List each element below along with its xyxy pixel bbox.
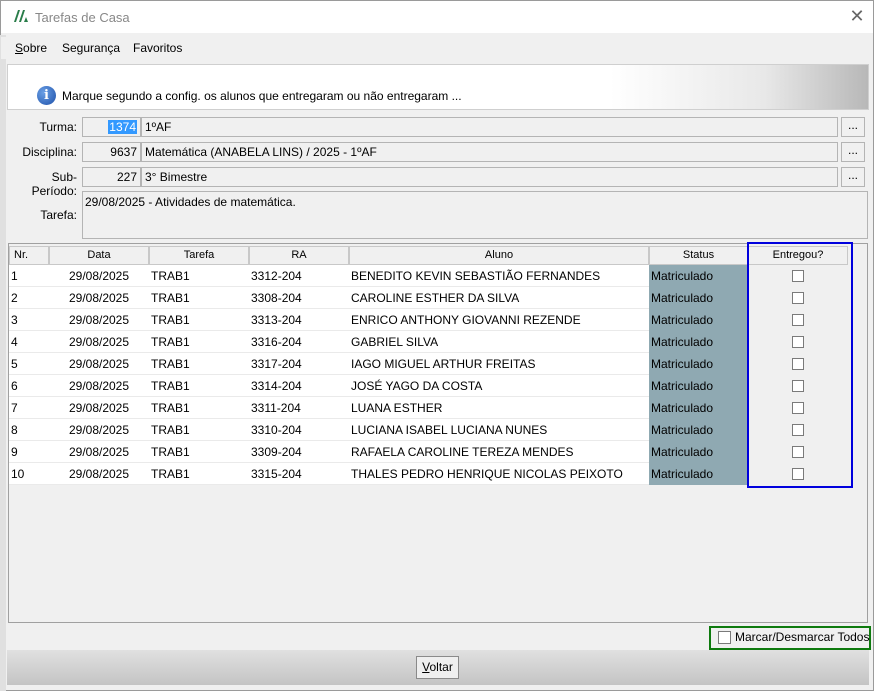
app-logo-icon <box>14 10 28 22</box>
cell-data: 29/08/2025 <box>68 269 130 283</box>
subperiodo-value-field[interactable]: 3° Bimestre <box>141 167 838 187</box>
entregou-highlight-box <box>747 242 853 488</box>
cell-tarefa: TRAB1 <box>151 467 190 481</box>
cell-data: 29/08/2025 <box>68 313 130 327</box>
info-icon: i <box>37 86 56 105</box>
menu-sobre[interactable]: Sobre <box>15 41 47 55</box>
cell-nr: 8 <box>11 423 18 437</box>
cell-ra: 3317-204 <box>251 357 302 371</box>
col-header-ra[interactable]: RA <box>249 246 349 265</box>
tarefa-description-field[interactable]: 29/08/2025 - Atividades de matemática. <box>82 191 868 239</box>
cell-status: Matriculado <box>649 331 748 353</box>
disciplina-code-field[interactable]: 9637 <box>82 142 141 162</box>
menu-bar <box>1 37 873 59</box>
cell-aluno: IAGO MIGUEL ARTHUR FREITAS <box>351 357 536 371</box>
cell-aluno: RAFAELA CAROLINE TEREZA MENDES <box>351 445 574 459</box>
close-icon[interactable]: ✕ <box>846 5 868 27</box>
cell-tarefa: TRAB1 <box>151 291 190 305</box>
cell-ra: 3316-204 <box>251 335 302 349</box>
cell-nr: 2 <box>11 291 18 305</box>
cell-data: 29/08/2025 <box>68 357 130 371</box>
cell-data: 29/08/2025 <box>68 291 130 305</box>
toggle-all-checkbox[interactable] <box>718 631 731 644</box>
cell-ra: 3309-204 <box>251 445 302 459</box>
cell-aluno: GABRIEL SILVA <box>351 335 439 349</box>
cell-nr: 10 <box>11 467 25 481</box>
disciplina-lookup-button[interactable]: ... <box>841 142 865 162</box>
cell-data: 29/08/2025 <box>68 423 130 437</box>
cell-aluno: JOSÉ YAGO DA COSTA <box>351 379 483 393</box>
window-edge <box>0 35 6 691</box>
cell-data: 29/08/2025 <box>68 467 130 481</box>
cell-ra: 3315-204 <box>251 467 302 481</box>
cell-ra: 3310-204 <box>251 423 302 437</box>
cell-tarefa: TRAB1 <box>151 423 190 437</box>
subperiodo-label: Sub-Período: <box>31 170 77 198</box>
cell-status: Matriculado <box>649 397 748 419</box>
toggle-all-label[interactable]: Marcar/Desmarcar Todos <box>735 630 869 644</box>
turma-code: 1374 <box>108 120 137 134</box>
col-header-status[interactable]: Status <box>649 246 748 265</box>
cell-status: Matriculado <box>649 375 748 397</box>
cell-ra: 3314-204 <box>251 379 302 393</box>
disciplina-value-field[interactable]: Matemática (ANABELA LINS) / 2025 - 1ºAF <box>141 142 838 162</box>
subperiodo-code-field[interactable]: 227 <box>82 167 141 187</box>
turma-label: Turma: <box>39 120 77 134</box>
tarefa-label: Tarefa: <box>40 208 77 222</box>
title-bar <box>1 1 873 33</box>
cell-nr: 5 <box>11 357 18 371</box>
cell-ra: 3311-204 <box>251 401 301 415</box>
cell-tarefa: TRAB1 <box>151 269 190 283</box>
cell-aluno: ENRICO ANTHONY GIOVANNI REZENDE <box>351 313 581 327</box>
cell-tarefa: TRAB1 <box>151 313 190 327</box>
cell-ra: 3313-204 <box>251 313 302 327</box>
cell-tarefa: TRAB1 <box>151 401 190 415</box>
cell-aluno: LUANA ESTHER <box>351 401 443 415</box>
cell-status: Matriculado <box>649 287 748 309</box>
col-header-tarefa[interactable]: Tarefa <box>149 246 249 265</box>
cell-nr: 7 <box>11 401 18 415</box>
voltar-button[interactable]: Voltar <box>416 656 459 679</box>
cell-status: Matriculado <box>649 265 748 287</box>
cell-tarefa: TRAB1 <box>151 335 190 349</box>
cell-aluno: THALES PEDRO HENRIQUE NICOLAS PEIXOTO <box>351 467 623 481</box>
col-header-aluno[interactable]: Aluno <box>349 246 649 265</box>
turma-lookup-button[interactable]: ... <box>841 117 865 137</box>
cell-ra: 3312-204 <box>251 269 302 283</box>
cell-nr: 9 <box>11 445 18 459</box>
cell-tarefa: TRAB1 <box>151 445 190 459</box>
menu-favoritos[interactable]: Favoritos <box>133 41 182 55</box>
subperiodo-lookup-button[interactable]: ... <box>841 167 865 187</box>
cell-status: Matriculado <box>649 463 748 485</box>
cell-nr: 1 <box>11 269 18 283</box>
cell-tarefa: TRAB1 <box>151 357 190 371</box>
col-header-nr[interactable]: Nr. <box>9 246 49 265</box>
cell-tarefa: TRAB1 <box>151 379 190 393</box>
cell-aluno: BENEDITO KEVIN SEBASTIÃO FERNANDES <box>351 269 601 283</box>
turma-code-field[interactable]: 1374 <box>82 117 141 137</box>
disciplina-label: Disciplina: <box>22 145 77 159</box>
cell-nr: 6 <box>11 379 18 393</box>
cell-status: Matriculado <box>649 309 748 331</box>
cell-data: 29/08/2025 <box>68 379 130 393</box>
menu-seguranca[interactable]: Segurança <box>62 41 120 55</box>
cell-aluno: LUCIANA ISABEL LUCIANA NUNES <box>351 423 548 437</box>
cell-ra: 3308-204 <box>251 291 302 305</box>
col-header-data[interactable]: Data <box>49 246 149 265</box>
cell-status: Matriculado <box>649 419 748 441</box>
cell-nr: 4 <box>11 335 18 349</box>
cell-aluno: CAROLINE ESTHER DA SILVA <box>351 291 520 305</box>
cell-status: Matriculado <box>649 353 748 375</box>
info-text: Marque segundo a config. os alunos que e… <box>62 89 462 103</box>
cell-data: 29/08/2025 <box>68 445 130 459</box>
cell-status: Matriculado <box>649 441 748 463</box>
cell-data: 29/08/2025 <box>68 335 130 349</box>
window-title: Tarefas de Casa <box>35 10 130 25</box>
cell-nr: 3 <box>11 313 18 327</box>
info-banner <box>7 64 869 110</box>
turma-value-field[interactable]: 1ºAF <box>141 117 838 137</box>
cell-data: 29/08/2025 <box>68 401 130 415</box>
